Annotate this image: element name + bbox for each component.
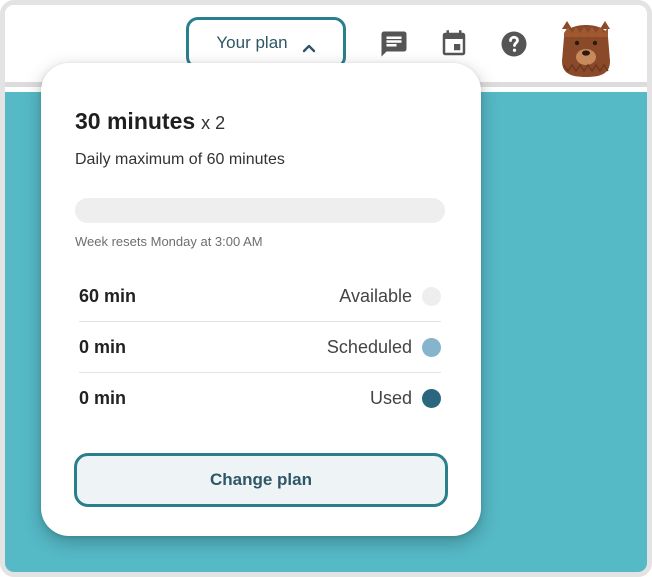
available-label: Available <box>339 285 412 306</box>
scheduled-label: Scheduled <box>326 336 412 357</box>
used-label: Used <box>369 388 412 408</box>
calendar-icon[interactable] <box>437 27 471 61</box>
your-plan-label: Your plan <box>216 33 288 52</box>
used-row: 0 min Used <box>79 373 441 424</box>
chevron-up-icon <box>302 38 316 53</box>
week-progress-bar <box>75 198 445 223</box>
bear-avatar[interactable] <box>558 15 614 79</box>
your-plan-toggle[interactable]: Your plan <box>186 17 346 69</box>
plan-minutes: 30 minutes <box>75 108 196 134</box>
message-icon[interactable] <box>377 27 411 61</box>
week-reset-note: Week resets Monday at 3:00 AM <box>75 234 263 249</box>
plan-multiplier: x 2 <box>201 113 226 133</box>
plan-popover: 30 minutes x 2 Daily maximum of 60 minute… <box>41 63 481 536</box>
help-icon[interactable] <box>497 27 531 61</box>
used-dot <box>422 389 441 408</box>
scheduled-amount: 0 min <box>79 336 127 357</box>
available-amount: 60 min <box>79 285 137 306</box>
available-dot <box>422 286 441 306</box>
daily-maximum-text: Daily maximum of 60 minutes <box>75 151 285 168</box>
scheduled-row: 0 min Scheduled <box>79 322 441 373</box>
change-plan-button[interactable]: Change plan <box>74 453 448 507</box>
plan-title: 30 minutes x 2 <box>75 108 225 135</box>
used-amount: 0 min <box>79 388 127 408</box>
available-row: 60 min Available <box>79 271 441 322</box>
minutes-breakdown-list: 60 min Available 0 min Scheduled 0 min U… <box>79 271 441 424</box>
scheduled-dot <box>422 337 441 357</box>
